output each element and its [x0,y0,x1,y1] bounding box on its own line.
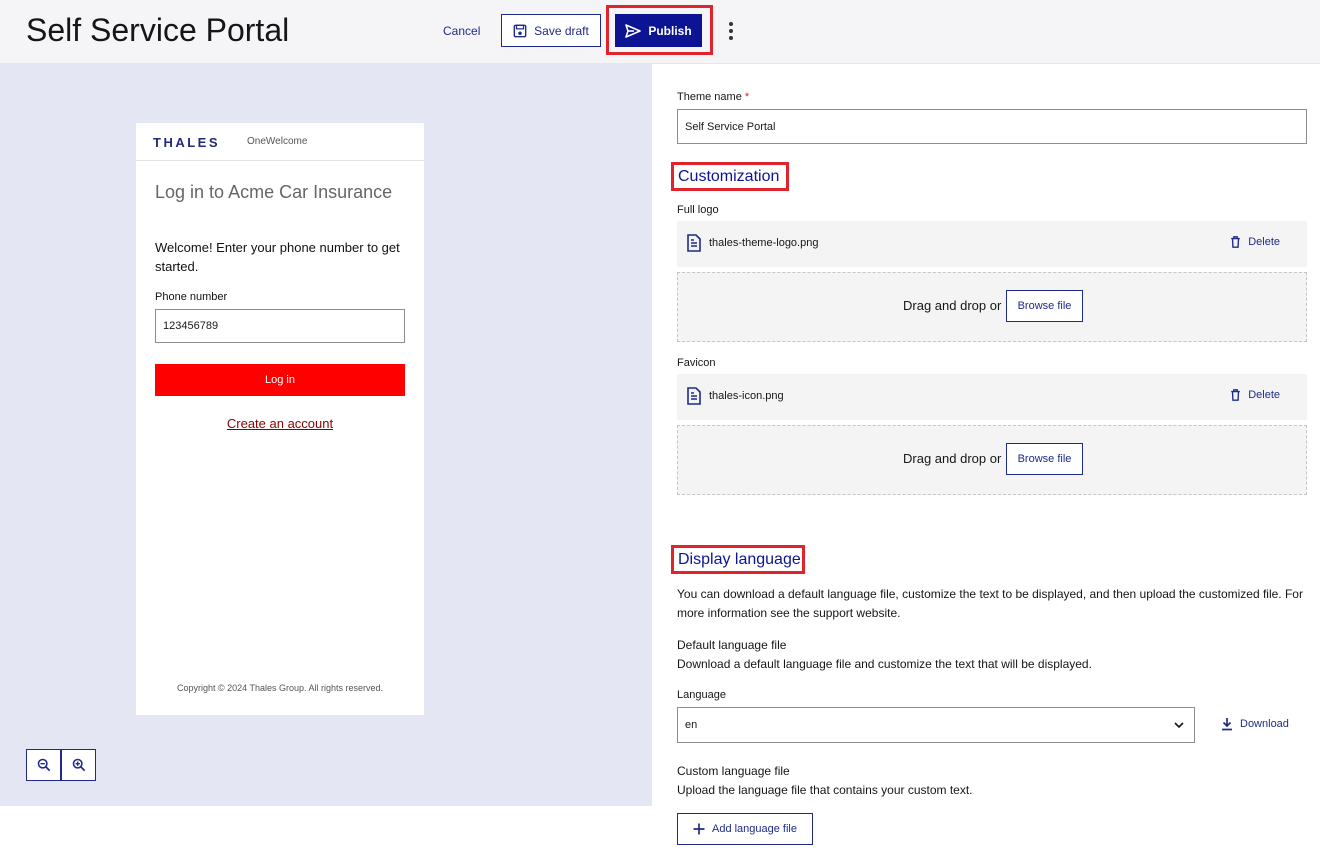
phone-input[interactable]: 123456789 [155,309,405,343]
required-marker: * [744,91,750,103]
login-heading: Log in to Acme Car Insurance [155,182,393,202]
delete-full-logo-button[interactable]: Delete [1230,236,1280,248]
zoom-out-icon [37,758,50,772]
download-icon [1222,718,1232,731]
create-account-link[interactable]: Create an account [136,416,424,431]
language-label: Language [677,689,726,701]
drag-drop-text: Drag and drop or [903,298,1002,313]
customization-title: Customization [678,168,780,185]
trash-icon [1231,236,1240,248]
favicon-dropzone[interactable]: Drag and drop or Browse file [677,425,1307,495]
full-logo-dropzone[interactable]: Drag and drop or Browse file [677,272,1307,342]
thales-logo: THALES [153,135,220,150]
display-language-description: You can download a default language file… [677,587,1303,620]
language-select[interactable]: en [677,707,1195,743]
download-label: Download [1240,718,1289,730]
plus-icon [693,823,705,835]
delete-favicon-button[interactable]: Delete [1230,389,1280,401]
full-logo-label: Full logo [677,204,719,216]
zoom-in-icon [72,758,85,772]
brand-bar: THALES OneWelcome [136,123,424,161]
display-language-title: Display language [678,551,801,568]
header-bar: Self Service Portal Cancel Save draft Pu… [0,0,1320,64]
save-draft-label: Save draft [534,23,589,38]
language-value: en [685,719,698,731]
theme-name-label: Theme name * [677,91,749,103]
theme-name-label-text: Theme name [677,91,742,103]
login-button[interactable]: Log in [155,364,405,396]
save-icon [513,24,527,37]
theme-name-input[interactable]: Self Service Portal [677,109,1307,144]
favicon-file-row: thales-icon.png Delete [677,374,1307,420]
page-title: Self Service Portal [26,12,290,48]
send-icon [625,23,642,38]
drag-drop-text: Drag and drop or [903,451,1002,466]
chevron-down-icon [1174,722,1184,729]
file-icon [687,234,701,252]
browse-file-button[interactable]: Browse file [1006,443,1083,475]
favicon-label: Favicon [677,357,716,369]
delete-label: Delete [1248,236,1280,248]
delete-label: Delete [1248,389,1280,401]
custom-file-description: Upload the language file that contains y… [677,783,973,797]
full-logo-file-name: thales-theme-logo.png [709,237,819,249]
copyright-text: Copyright © 2024 Thales Group. All right… [176,683,384,693]
brand-subtitle: OneWelcome [247,136,308,147]
cancel-button[interactable]: Cancel [436,16,487,46]
custom-file-title: Custom language file [677,764,790,778]
default-file-description: Download a default language file and cus… [677,657,1092,671]
full-logo-file-row: thales-theme-logo.png Delete [677,221,1307,267]
file-icon [687,387,701,405]
publish-label: Publish [648,23,692,38]
kebab-menu-icon[interactable] [720,18,742,44]
login-preview-card: THALES OneWelcome Log in to Acme Car Ins… [136,123,424,715]
trash-icon [1231,389,1240,401]
save-draft-button[interactable]: Save draft [501,14,601,47]
favicon-file-name: thales-icon.png [709,390,784,402]
zoom-in-button[interactable] [61,749,96,781]
browse-file-button[interactable]: Browse file [1006,290,1083,322]
zoom-out-button[interactable] [26,749,61,781]
add-language-label: Add language file [711,823,797,835]
download-button[interactable]: Download [1221,717,1289,731]
publish-button[interactable]: Publish [615,14,702,47]
add-language-file-button[interactable]: Add language file [677,813,813,845]
welcome-text: Welcome! Enter your phone number to get … [155,240,400,274]
phone-label: Phone number [155,291,228,303]
default-file-title: Default language file [677,638,787,652]
